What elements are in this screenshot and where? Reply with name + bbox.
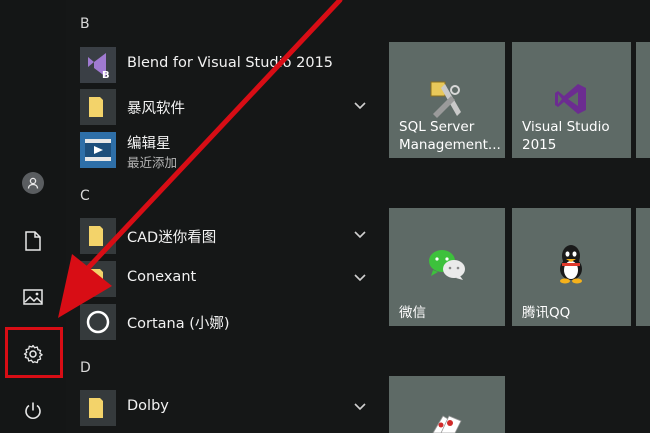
folder-icon <box>80 218 116 254</box>
document-icon <box>25 231 41 251</box>
chevron-down-icon[interactable] <box>352 226 368 242</box>
tile-card-game[interactable] <box>389 376 505 433</box>
tile-qq[interactable]: 腾讯QQ <box>512 208 631 326</box>
app-name: 暴风软件 <box>127 101 185 117</box>
folder-icon <box>80 261 116 297</box>
user-icon <box>27 177 39 189</box>
app-name: 编辑星 <box>127 136 171 152</box>
app-item-baofeng[interactable]: 暴风软件 <box>80 89 370 125</box>
folder-icon <box>80 89 116 125</box>
tile-partial-right-2[interactable] <box>636 208 650 326</box>
sql-tools-icon <box>430 81 461 118</box>
app-name: Cortana (小娜) <box>127 316 230 332</box>
settings-highlight-box <box>5 327 63 378</box>
letter-header-d[interactable]: D <box>80 360 91 376</box>
power-button[interactable] <box>12 390 54 432</box>
app-name: Dolby <box>127 398 169 414</box>
letter-header-b[interactable]: B <box>80 16 90 32</box>
app-item-dolby[interactable]: Dolby <box>80 390 370 426</box>
tile-label-line1: Visual Studio <box>522 119 610 135</box>
app-item-cortana[interactable]: Cortana (小娜) <box>80 304 370 340</box>
visual-studio-icon <box>555 84 586 114</box>
pictures-button[interactable] <box>12 276 54 318</box>
recently-added-label: 最近添加 <box>127 155 178 170</box>
app-name: CAD迷你看图 <box>127 230 217 246</box>
chevron-down-icon[interactable] <box>352 97 368 113</box>
cards-icon <box>432 415 462 433</box>
start-left-rail <box>0 0 66 433</box>
documents-button[interactable] <box>12 220 54 262</box>
letter-header-c[interactable]: C <box>80 188 90 204</box>
app-list: B B Blend for Visual Studio 2015 暴风软件 编辑… <box>66 0 366 433</box>
tile-visual-studio[interactable]: Visual Studio 2015 <box>512 42 631 158</box>
folder-icon <box>80 390 116 426</box>
chevron-down-icon[interactable] <box>352 398 368 414</box>
chevron-down-icon[interactable] <box>352 269 368 285</box>
app-item-bianjixing[interactable]: 编辑星 最近添加 <box>80 132 370 170</box>
tile-partial-right-1[interactable] <box>636 42 650 158</box>
user-avatar-button[interactable] <box>22 172 44 194</box>
app-name: Blend for Visual Studio 2015 <box>127 55 334 71</box>
wechat-icon <box>429 250 465 280</box>
app-item-blend[interactable]: B Blend for Visual Studio 2015 <box>80 47 370 83</box>
qq-penguin-icon <box>560 245 582 284</box>
tile-label: 微信 <box>399 305 426 321</box>
cortana-icon <box>80 304 116 340</box>
app-item-cad[interactable]: CAD迷你看图 <box>80 218 370 254</box>
tile-label-line1: SQL Server <box>399 119 475 135</box>
tile-label-line2: Management... <box>399 137 501 153</box>
power-icon <box>25 402 41 419</box>
tile-sql-server[interactable]: SQL Server Management... <box>389 42 505 158</box>
tile-wechat[interactable]: 微信 <box>389 208 505 326</box>
tile-label-line2: 2015 <box>522 137 557 153</box>
blend-icon: B <box>80 47 116 83</box>
picture-icon <box>23 289 43 305</box>
tile-label: 腾讯QQ <box>522 305 571 321</box>
video-editor-icon <box>80 132 116 168</box>
svg-text:B: B <box>102 70 110 81</box>
app-item-conexant[interactable]: Conexant <box>80 261 370 297</box>
app-name: Conexant <box>127 269 197 285</box>
